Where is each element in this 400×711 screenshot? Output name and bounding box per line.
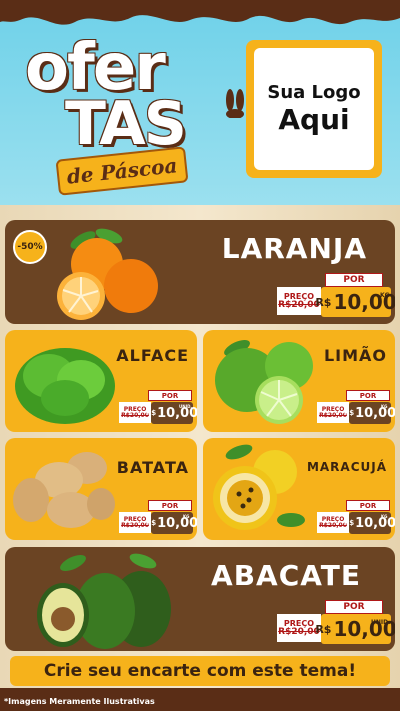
orange-icon <box>57 228 158 320</box>
product-card-laranja[interactable]: -50% LARANJA POR PREÇO R$20,00 R$ 10,00 … <box>5 220 395 324</box>
avocado-icon <box>37 553 171 649</box>
old-price: R$20,00 <box>278 299 320 310</box>
por-label: POR <box>325 273 383 287</box>
discount-badge: -50% <box>13 230 47 264</box>
product-name: MARACUJÁ <box>306 460 387 474</box>
por-label: POR <box>346 390 390 401</box>
product-name: ABACATE <box>211 559 361 592</box>
old-price: R$20,00 <box>121 411 149 419</box>
currency: R$ <box>145 409 157 417</box>
potato-icon <box>13 452 115 528</box>
currency: R$ <box>343 409 355 417</box>
currency: R$ <box>315 295 332 309</box>
unit-label: KG <box>381 514 388 519</box>
old-price: R$20,00 <box>319 411 347 419</box>
logo-text-2: Aqui <box>278 103 350 136</box>
product-card-maracuja[interactable]: MARACUJÁ POR PREÇO R$20,00 R$ 10,00 KG <box>203 438 395 540</box>
header-banner: ofer TAS de Páscoa Sua Logo Aqui <box>0 0 400 205</box>
por-label: POR <box>325 600 383 614</box>
product-name: BATATA <box>116 458 189 477</box>
por-label: POR <box>346 500 390 511</box>
currency: R$ <box>315 622 332 636</box>
por-label: POR <box>148 390 192 401</box>
product-card-batata[interactable]: BATATA POR PREÇO R$20,00 R$ 10,00 KG <box>5 438 197 540</box>
currency: R$ <box>343 519 355 527</box>
product-name: LIMÃO <box>323 346 387 365</box>
price: 10,00 <box>355 515 395 531</box>
product-name: LARANJA <box>221 232 367 265</box>
unit-label: UNID. <box>179 404 192 409</box>
logo-placeholder[interactable]: Sua Logo Aqui <box>246 40 382 178</box>
disclaimer-text: *Imagens Meramente Ilustrativas <box>4 697 155 706</box>
product-card-abacate[interactable]: ABACATE POR PREÇO R$20,00 R$ 10,00 UNID. <box>5 547 395 651</box>
old-price: R$20,00 <box>278 626 320 637</box>
unit-label: KG <box>381 404 388 409</box>
price: 10,00 <box>355 405 395 421</box>
offers-title: ofer TAS de Páscoa <box>15 25 235 196</box>
old-price: R$20,00 <box>319 521 347 529</box>
bunny-ears-icon <box>226 89 244 118</box>
unit-label: UNID. <box>371 619 391 626</box>
product-card-limao[interactable]: LIMÃO POR PREÇO R$20,00 R$ 10,00 KG <box>203 330 395 432</box>
cta-banner[interactable]: Crie seu encarte com este tema! <box>10 656 390 686</box>
unit-label: KG <box>380 292 390 299</box>
product-name: ALFACE <box>116 346 189 365</box>
lettuce-icon <box>15 348 115 424</box>
por-label: POR <box>148 500 192 511</box>
passion-fruit-icon <box>213 444 305 530</box>
lime-icon <box>215 339 313 424</box>
old-price: R$20,00 <box>121 521 149 529</box>
product-card-alface[interactable]: ALFACE POR PREÇO R$20,00 R$ 10,00 UNID. <box>5 330 197 432</box>
currency: R$ <box>145 519 157 527</box>
price: 10,00 <box>157 515 197 531</box>
unit-label: KG <box>183 514 190 519</box>
logo-text-1: Sua Logo <box>267 82 361 103</box>
